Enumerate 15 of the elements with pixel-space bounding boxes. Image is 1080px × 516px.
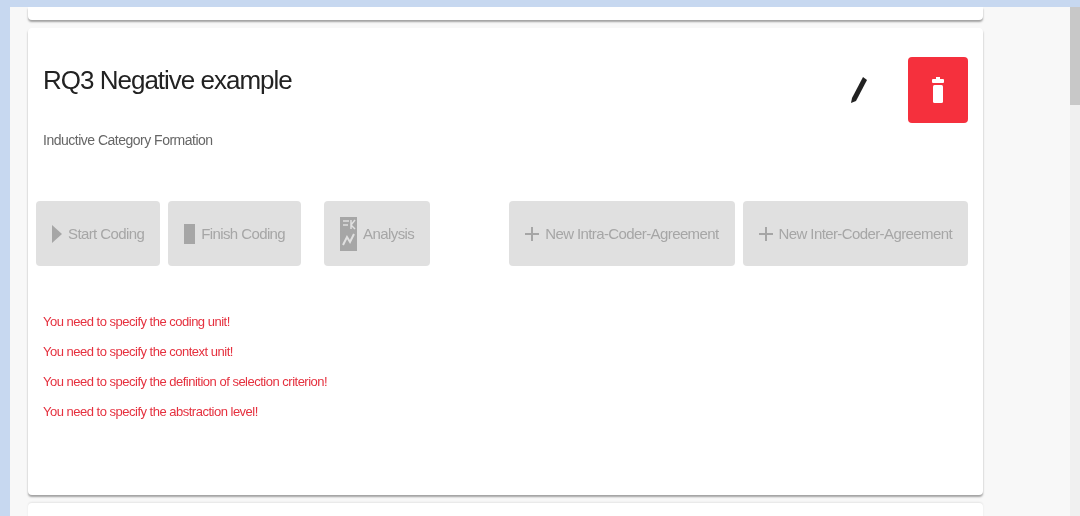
error-message: You need to specify the context unit! xyxy=(43,343,234,360)
plus-icon xyxy=(525,226,540,241)
plus-icon xyxy=(758,226,773,241)
card-subtitle: Inductive Category Formation xyxy=(43,132,214,148)
pencil-icon xyxy=(851,77,867,103)
scrollbar[interactable] xyxy=(1070,7,1080,516)
stop-icon xyxy=(184,223,196,244)
chart-icon xyxy=(340,216,358,251)
error-message: You need to specify the definition of selection criterion! xyxy=(43,373,329,390)
trash-icon xyxy=(932,77,944,103)
card-title: RQ3 Negative example xyxy=(43,65,292,96)
play-icon xyxy=(52,224,62,243)
delete-button[interactable] xyxy=(908,57,968,123)
error-message: You need to specify the abstraction level! xyxy=(43,403,259,420)
error-message: You need to specify the coding unit! xyxy=(43,313,231,330)
